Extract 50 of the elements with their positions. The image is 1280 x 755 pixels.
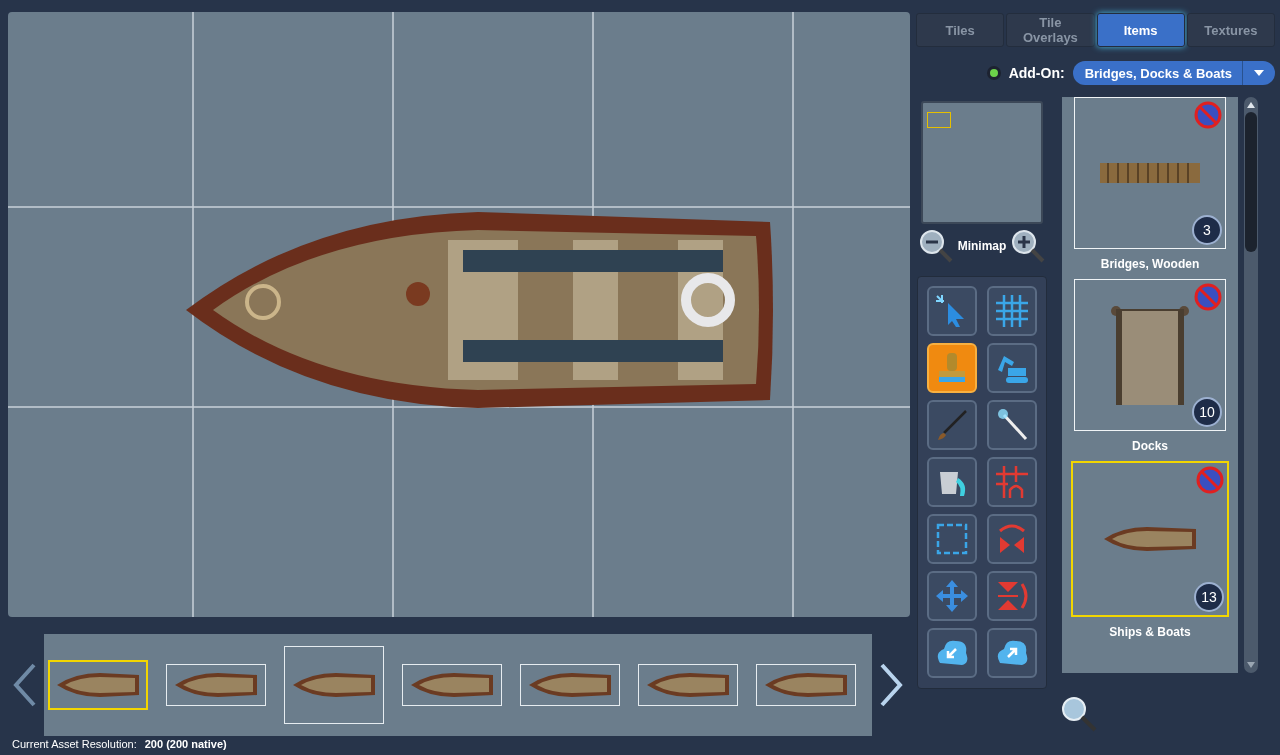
minimap-viewport[interactable] <box>927 112 951 128</box>
scroll-down-icon[interactable] <box>1246 661 1256 669</box>
boat-thumbnail[interactable] <box>284 646 384 724</box>
minimap-label: Minimap <box>957 239 1007 253</box>
boat-thumbnail[interactable] <box>520 664 620 706</box>
scrollbar[interactable] <box>1244 97 1258 673</box>
scrollbar-thumb[interactable] <box>1245 112 1257 252</box>
tool-button[interactable] <box>987 400 1037 450</box>
caret-icon <box>1253 69 1265 77</box>
resolution-value: 200 (200 native) <box>144 738 227 750</box>
map-canvas[interactable] <box>8 12 910 617</box>
no-dice-icon <box>1194 283 1222 311</box>
addon-dropdown[interactable]: Bridges, Docks & Boats <box>1072 61 1275 85</box>
boat-thumbnail[interactable] <box>402 664 502 706</box>
tab[interactable]: Tiles <box>916 13 1005 47</box>
boat-thumbnail[interactable] <box>756 664 856 706</box>
tool-button[interactable] <box>927 514 977 564</box>
addon-label: Add-On: <box>1008 65 1065 81</box>
boat-thumbnail[interactable] <box>638 664 738 706</box>
scroll-up-icon[interactable] <box>1246 101 1256 109</box>
count-badge: 10 <box>1192 397 1222 427</box>
boat-thumbnail[interactable] <box>48 660 148 710</box>
zoom-out-icon[interactable] <box>917 228 954 264</box>
asset-name: Ships & Boats <box>1109 625 1191 639</box>
asset-name: Bridges, Wooden <box>1100 257 1200 271</box>
no-dice-icon <box>1196 466 1224 494</box>
tab[interactable]: Textures <box>1186 13 1275 47</box>
tab[interactable]: Items <box>1096 13 1185 47</box>
asset-card[interactable]: 10 <box>1074 279 1226 431</box>
count-badge: 13 <box>1194 582 1224 612</box>
asset-card[interactable]: 3 <box>1074 97 1226 249</box>
tool-button[interactable] <box>987 343 1037 393</box>
boat-thumbnail[interactable] <box>166 664 266 706</box>
count-badge: 3 <box>1192 215 1222 245</box>
search-icon[interactable] <box>1060 695 1098 733</box>
tool-button[interactable] <box>927 400 977 450</box>
marquee-icon <box>934 521 970 557</box>
tool-button[interactable] <box>927 457 977 507</box>
no-dice-icon <box>1194 101 1222 129</box>
tool-button[interactable] <box>927 628 977 678</box>
asset-card[interactable]: 13 <box>1071 461 1229 617</box>
tool-button[interactable] <box>987 286 1037 336</box>
zoom-in-icon[interactable] <box>1010 228 1047 264</box>
grid-icon <box>994 293 1030 329</box>
tool-button[interactable] <box>987 628 1037 678</box>
tab[interactable]: Tile Overlays <box>1006 13 1095 47</box>
wall-grid-icon <box>994 464 1030 500</box>
status-label: Current Asset Resolution: <box>12 738 137 750</box>
asset-name: Docks <box>1132 439 1168 453</box>
move-arrows-icon <box>934 578 970 614</box>
